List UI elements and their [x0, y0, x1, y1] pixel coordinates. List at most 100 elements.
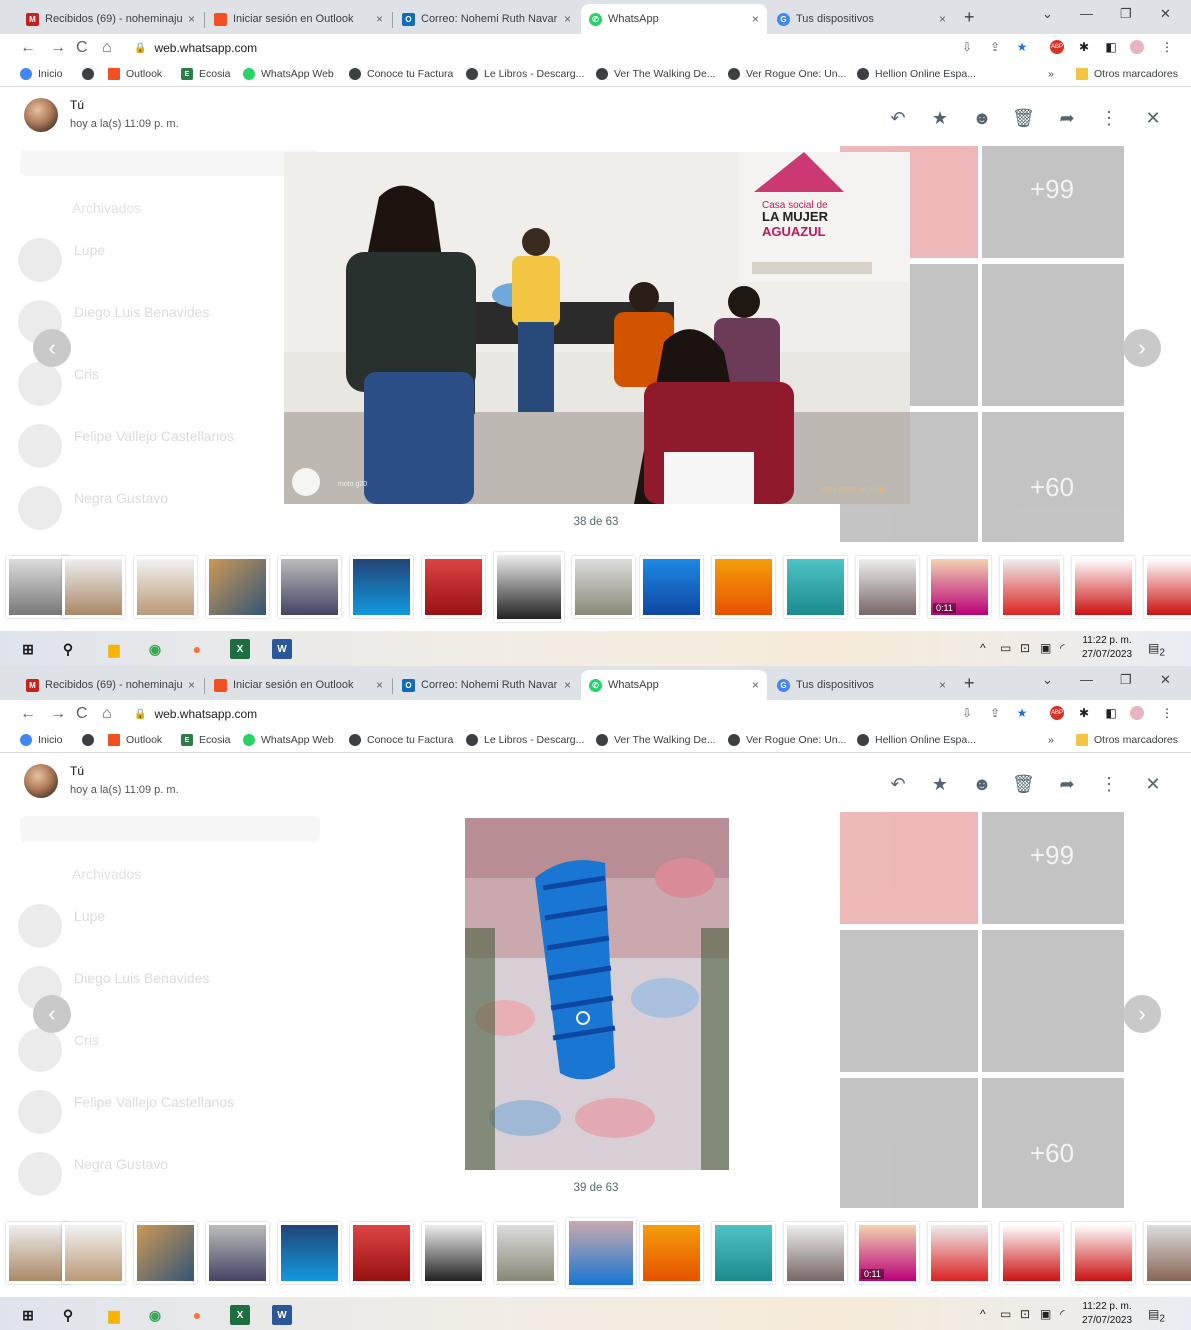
word-icon[interactable]: W — [272, 639, 292, 659]
bookmark-rogue-one[interactable]: Ver Rogue One: Un... — [728, 734, 846, 746]
close-tab-icon[interactable]: × — [939, 678, 946, 692]
tab-devices[interactable]: G Tus dispositivos × — [769, 670, 954, 700]
thumbnail[interactable] — [1072, 1222, 1135, 1284]
tab-search-icon[interactable]: ⌄ — [1042, 6, 1053, 22]
profile-avatar[interactable] — [1130, 706, 1144, 720]
close-viewer-icon[interactable]: ✕ — [1142, 108, 1164, 129]
tab-outlook-mail[interactable]: O Correo: Nohemi Ruth Navarr × — [394, 670, 579, 700]
previous-media-button[interactable]: ‹ — [33, 995, 71, 1033]
bookmark-star-icon[interactable]: ★ — [1015, 706, 1029, 720]
extensions-icon[interactable]: ✱ — [1077, 40, 1091, 54]
word-icon[interactable]: W — [272, 1305, 292, 1325]
bookmark-ecosia[interactable]: E Ecosia — [181, 68, 231, 80]
menu-icon[interactable]: ⋮ — [1160, 40, 1174, 54]
thumbnail[interactable] — [712, 556, 775, 618]
thumbnail[interactable] — [1000, 556, 1063, 618]
forward-button[interactable]: → — [50, 39, 66, 57]
bookmark-globe[interactable] — [82, 68, 100, 80]
thumbnail[interactable] — [62, 556, 125, 618]
wifi-icon[interactable]: ◜ — [1060, 641, 1065, 655]
adblock-icon[interactable]: ABP — [1050, 40, 1064, 54]
forward-icon[interactable]: ➦ — [1056, 108, 1078, 129]
tab-outlook-login[interactable]: Iniciar sesión en Outlook × — [206, 4, 391, 34]
new-tab-button[interactable]: + — [964, 7, 975, 28]
battery-icon[interactable]: ▭ — [1000, 641, 1011, 655]
thumbnail[interactable] — [62, 1222, 125, 1284]
thumbnail[interactable] — [350, 556, 413, 618]
adblock-icon[interactable]: ABP — [1050, 706, 1064, 720]
close-tab-icon[interactable]: × — [564, 678, 571, 692]
thumbnail[interactable] — [640, 556, 703, 618]
close-tab-icon[interactable]: × — [376, 12, 383, 26]
close-tab-icon[interactable]: × — [752, 12, 759, 26]
extensions-icon[interactable]: ✱ — [1077, 706, 1091, 720]
bookmark-walking-dead[interactable]: Ver The Walking De... — [596, 734, 716, 746]
bookmarks-more-button[interactable]: » — [1048, 68, 1054, 80]
firefox-icon[interactable]: ● — [187, 639, 207, 659]
react-emoji-icon[interactable]: ☻ — [971, 108, 993, 129]
bookmarks-more-button[interactable]: » — [1048, 734, 1054, 746]
wifi-icon[interactable]: ◜ — [1060, 1307, 1065, 1321]
tray-chevron-icon[interactable]: ^ — [980, 641, 986, 655]
bookmark-whatsapp-web[interactable]: WhatsApp Web — [243, 734, 334, 746]
system-clock[interactable]: 11:22 p. m. 27/07/2023 — [1082, 634, 1132, 662]
sidepanel-icon[interactable]: ◧ — [1104, 706, 1118, 720]
bookmark-star-icon[interactable]: ★ — [1015, 40, 1029, 54]
other-bookmarks-folder[interactable]: Otros marcadores — [1076, 68, 1178, 80]
excel-icon[interactable]: X — [230, 639, 250, 659]
tab-gmail[interactable]: M Recibidos (69) - noheminaju × — [18, 4, 203, 34]
thumbnail[interactable] — [422, 1222, 485, 1284]
file-explorer-icon[interactable]: ▆ — [104, 639, 124, 659]
thumbnail[interactable] — [278, 1222, 341, 1284]
notifications-icon[interactable]: ▤2 — [1148, 641, 1165, 658]
menu-icon[interactable]: ⋮ — [1160, 706, 1174, 720]
thumbnail[interactable] — [784, 1222, 847, 1284]
thumbnail-selected[interactable] — [494, 552, 564, 622]
tab-outlook-login[interactable]: Iniciar sesión en Outlook × — [206, 670, 391, 700]
home-button[interactable]: ⌂ — [102, 705, 112, 723]
bookmark-ecosia[interactable]: E Ecosia — [181, 734, 231, 746]
bookmark-outlook[interactable]: Outlook — [108, 68, 162, 80]
windows-start-icon[interactable]: ⊞ — [18, 639, 38, 659]
bookmark-inicio[interactable]: Inicio — [20, 68, 63, 80]
notifications-icon[interactable]: ▤2 — [1148, 1307, 1165, 1324]
share-icon[interactable]: ⇪ — [988, 40, 1002, 54]
firefox-icon[interactable]: ● — [187, 1305, 207, 1325]
restore-button[interactable]: ❐ — [1120, 6, 1132, 22]
tab-gmail[interactable]: M Recibidos (69) - noheminaju × — [18, 670, 203, 700]
new-tab-button[interactable]: + — [964, 673, 975, 694]
network-icon[interactable]: ⊡ — [1020, 1307, 1030, 1321]
network-icon[interactable]: ⊡ — [1020, 641, 1030, 655]
search-icon[interactable]: ⚲ — [58, 1305, 78, 1325]
close-window-button[interactable]: ✕ — [1160, 6, 1171, 22]
thumbnail[interactable] — [1072, 556, 1135, 618]
close-tab-icon[interactable]: × — [376, 678, 383, 692]
thumbnail[interactable] — [640, 1222, 703, 1284]
thumbnail[interactable] — [278, 556, 341, 618]
chrome-taskbar-icon[interactable]: ◉ — [145, 1305, 165, 1325]
tab-whatsapp[interactable]: ✆ WhatsApp × — [581, 670, 767, 700]
bookmark-le-libros[interactable]: Le Libros - Descarg... — [466, 734, 584, 746]
tab-devices[interactable]: G Tus dispositivos × — [769, 4, 954, 34]
forward-icon[interactable]: ➦ — [1056, 774, 1078, 795]
bookmark-walking-dead[interactable]: Ver The Walking De... — [596, 68, 716, 80]
tab-search-icon[interactable]: ⌄ — [1042, 672, 1053, 688]
back-button[interactable]: ← — [20, 39, 36, 57]
thumbnail-selected[interactable] — [566, 1218, 636, 1288]
bookmark-globe[interactable] — [82, 734, 100, 746]
file-explorer-icon[interactable]: ▆ — [104, 1305, 124, 1325]
install-icon[interactable]: ⇩ — [960, 706, 974, 720]
reload-button[interactable]: C — [76, 705, 88, 723]
chrome-taskbar-icon[interactable]: ◉ — [145, 639, 165, 659]
search-icon[interactable]: ⚲ — [58, 639, 78, 659]
bookmark-inicio[interactable]: Inicio — [20, 734, 63, 746]
thumbnail[interactable] — [494, 1222, 557, 1284]
minimize-button[interactable]: — — [1080, 6, 1093, 21]
close-viewer-icon[interactable]: ✕ — [1142, 774, 1164, 795]
address-bar[interactable]: 🔒 web.whatsapp.com — [134, 703, 1034, 725]
more-options-icon[interactable]: ⋮ — [1098, 108, 1120, 129]
thumbnail[interactable] — [1144, 556, 1191, 618]
react-emoji-icon[interactable]: ☻ — [971, 774, 993, 795]
thumbnail[interactable] — [134, 1222, 197, 1284]
keyboard-icon[interactable]: ▣ — [1040, 641, 1051, 655]
